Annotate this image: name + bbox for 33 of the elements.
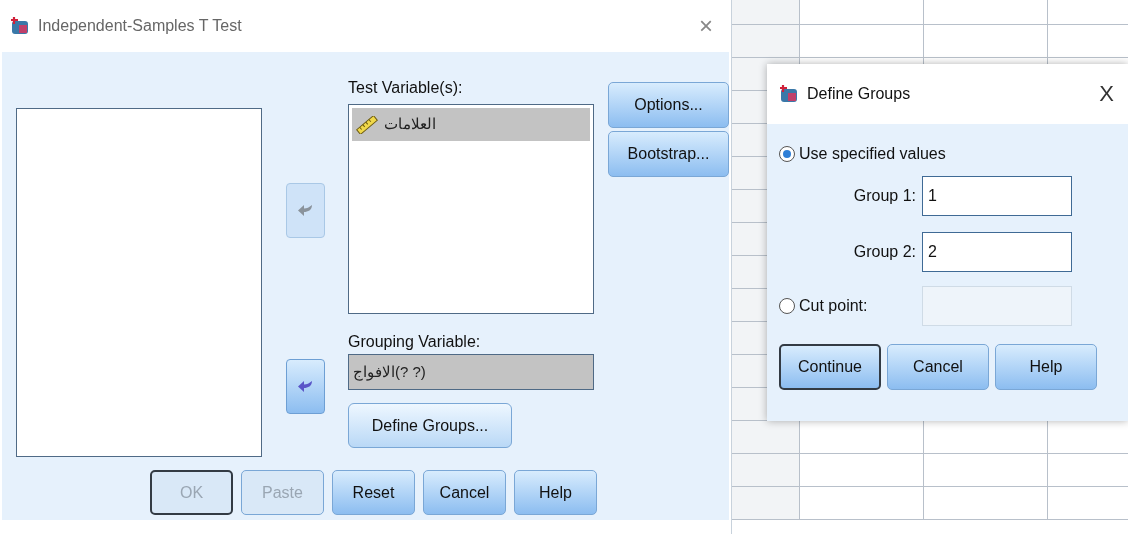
dialog-button[interactable]: Cancel [887, 344, 989, 390]
grouping-variable-field[interactable]: الافواج(? ?) [348, 354, 594, 390]
radio-button[interactable] [779, 146, 795, 162]
dialog-button[interactable]: Bootstrap... [608, 131, 729, 177]
variable-name: العلامات [384, 114, 436, 135]
app-icon [779, 84, 799, 104]
radio-button[interactable] [779, 298, 795, 314]
move-button[interactable] [285, 359, 325, 414]
dialog-button[interactable]: Help [995, 344, 1097, 390]
radio-label: Cut point: [799, 296, 868, 316]
close-button[interactable]: × [699, 14, 713, 38]
close-button[interactable]: X [1099, 83, 1114, 105]
dialog-button[interactable]: Options... [608, 82, 729, 128]
arrow-icon [297, 379, 313, 394]
arrow-icon [297, 203, 313, 218]
field-label: Test Variable(s): [348, 78, 464, 98]
radio-label: Use specified values [799, 144, 946, 164]
test-variable-list[interactable]: العلامات [348, 104, 594, 314]
cut-point-field[interactable] [922, 286, 1072, 326]
field-label: Group 2: [852, 242, 917, 262]
app-icon [10, 16, 30, 36]
group-field[interactable]: 2 [922, 232, 1072, 272]
group-field[interactable]: 1 [922, 176, 1072, 216]
dialog-button[interactable]: Reset [332, 470, 415, 515]
window-title: Define Groups [807, 84, 911, 104]
define-groups-button[interactable]: Define Groups... [348, 403, 512, 448]
field-label: Group 1: [852, 186, 917, 206]
field-label: Grouping Variable: [348, 332, 482, 352]
dialog-button[interactable]: Continue [779, 344, 881, 390]
list-item[interactable]: العلامات [352, 108, 590, 141]
window-title: Independent-Samples T Test [38, 16, 242, 36]
dialog-button[interactable]: Help [514, 470, 597, 515]
dialog-button[interactable]: Cancel [423, 470, 506, 515]
